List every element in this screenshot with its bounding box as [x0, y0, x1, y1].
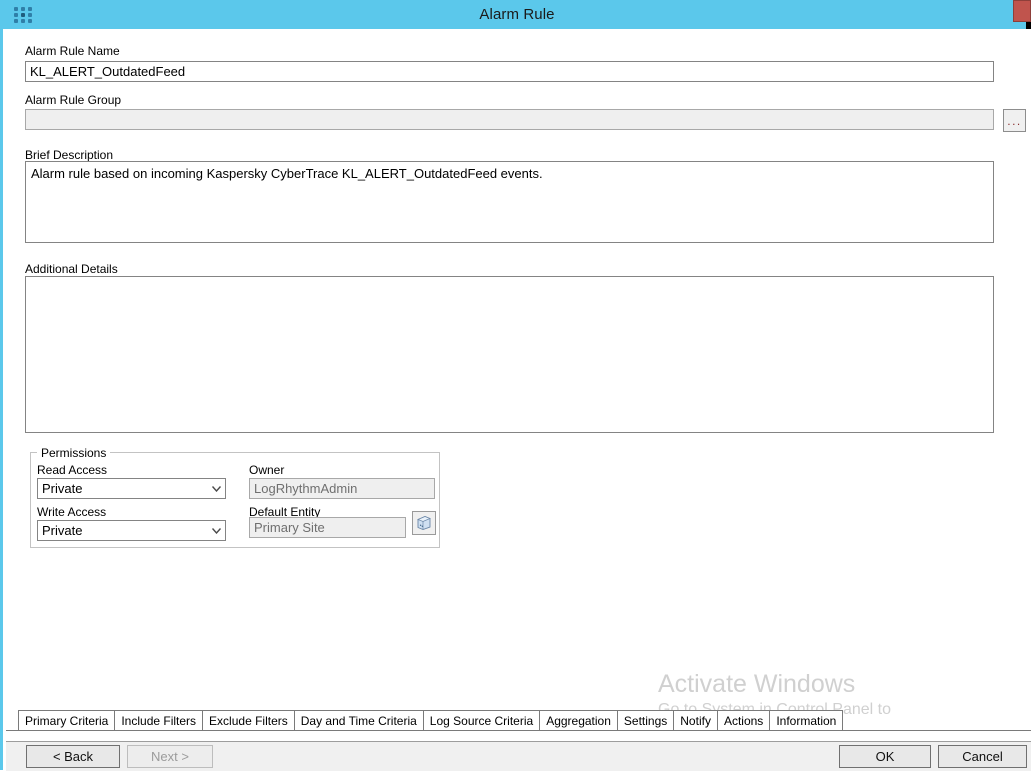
permissions-group-title: Permissions	[37, 446, 110, 460]
tab-aggregation[interactable]: Aggregation	[539, 710, 617, 731]
brief-description-label: Brief Description	[25, 148, 113, 162]
chevron-down-icon	[207, 521, 225, 540]
owner-input[interactable]	[249, 478, 435, 499]
cancel-button[interactable]: Cancel	[938, 745, 1027, 768]
grid-dots-icon	[12, 6, 32, 24]
tab-label: Include Filters	[121, 714, 196, 728]
owner-label: Owner	[249, 463, 284, 477]
tab-label: Notify	[680, 714, 711, 728]
tab-notify[interactable]: Notify	[673, 710, 717, 731]
close-icon[interactable]	[1013, 0, 1031, 22]
brief-description-textarea[interactable]: Alarm rule based on incoming Kaspersky C…	[25, 161, 994, 243]
tab-exclude-filters[interactable]: Exclude Filters	[202, 710, 294, 731]
tab-log-source-criteria[interactable]: Log Source Criteria	[423, 710, 539, 731]
ok-button[interactable]: OK	[839, 745, 931, 768]
window-title: Alarm Rule	[479, 6, 554, 23]
additional-details-label: Additional Details	[25, 262, 118, 276]
write-access-label: Write Access	[37, 505, 106, 519]
additional-details-textarea[interactable]	[25, 276, 994, 433]
alarm-rule-group-browse-button[interactable]: ...	[1003, 109, 1026, 132]
read-access-value: Private	[38, 481, 207, 496]
dialog-client-area: Alarm Rule Name Alarm Rule Group ... Bri…	[6, 29, 1031, 770]
watermark-line-1: Activate Windows	[658, 669, 891, 699]
tab-primary-criteria[interactable]: Primary Criteria	[18, 710, 114, 731]
tab-label: Day and Time Criteria	[301, 714, 417, 728]
default-entity-input[interactable]	[249, 517, 406, 538]
write-access-value: Private	[38, 523, 207, 538]
tab-strip: Primary Criteria Include Filters Exclude…	[18, 710, 843, 731]
alarm-rule-group-label: Alarm Rule Group	[25, 93, 121, 107]
tab-label: Settings	[624, 714, 667, 728]
tab-day-and-time-criteria[interactable]: Day and Time Criteria	[294, 710, 423, 731]
back-button[interactable]: < Back	[26, 745, 120, 768]
alarm-rule-name-label: Alarm Rule Name	[25, 44, 120, 58]
read-access-select[interactable]: Private	[37, 478, 226, 499]
tab-settings[interactable]: Settings	[617, 710, 673, 731]
entity-picker-icon[interactable]	[412, 511, 436, 535]
tab-information[interactable]: Information	[769, 710, 843, 731]
tab-label: Aggregation	[546, 714, 611, 728]
tab-label: Primary Criteria	[25, 714, 108, 728]
tab-actions[interactable]: Actions	[717, 710, 769, 731]
tab-include-filters[interactable]: Include Filters	[114, 710, 202, 731]
read-access-label: Read Access	[37, 463, 107, 477]
tab-label: Log Source Criteria	[430, 714, 533, 728]
next-button: Next >	[127, 745, 213, 768]
chevron-down-icon	[207, 479, 225, 498]
title-bar[interactable]: Alarm Rule	[3, 0, 1031, 29]
tab-label: Actions	[724, 714, 763, 728]
alarm-rule-name-input[interactable]	[25, 61, 994, 82]
alarm-rule-group-input[interactable]	[25, 109, 994, 130]
tab-label: Exclude Filters	[209, 714, 288, 728]
write-access-select[interactable]: Private	[37, 520, 226, 541]
dialog-button-bar: < Back Next > OK Cancel	[6, 741, 1031, 771]
alarm-rule-dialog: Alarm Rule Alarm Rule Name Alarm Rule Gr…	[0, 0, 1031, 770]
tab-label: Information	[776, 714, 836, 728]
